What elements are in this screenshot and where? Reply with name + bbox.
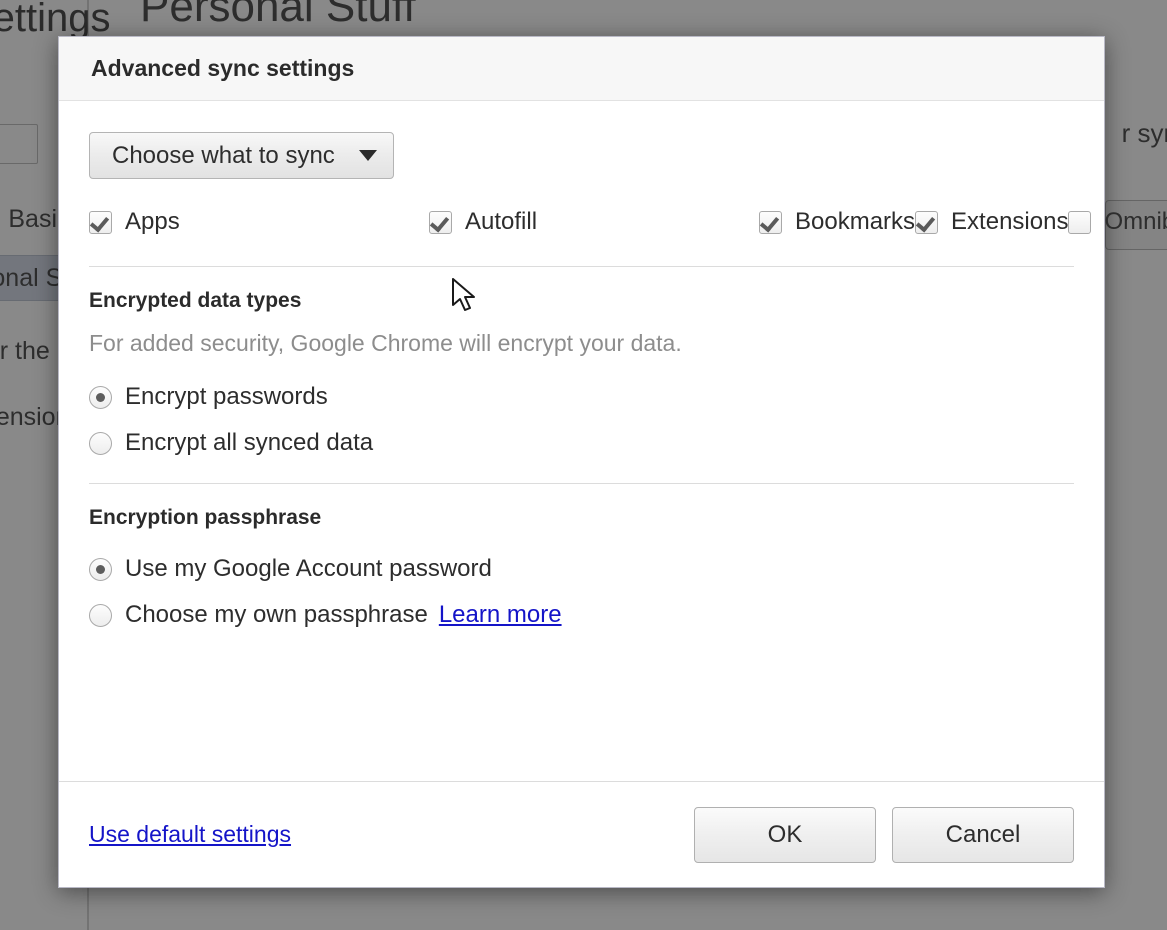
checkbox-label-autofill: Autofill bbox=[465, 208, 538, 235]
checkbox-label-apps: Apps bbox=[125, 208, 180, 235]
radio-row-encrypt-all-synced-data[interactable]: Encrypt all synced data bbox=[89, 429, 1074, 457]
checkbox-autofill[interactable] bbox=[429, 210, 452, 234]
checkbox-row-autofill[interactable]: Autofill bbox=[429, 201, 759, 243]
encryption-passphrase-title: Encryption passphrase bbox=[89, 506, 322, 529]
sync-data-types-grid: Apps Autofill Bookmarks Extensions Omnib… bbox=[89, 201, 1167, 243]
radio-encrypt-passwords[interactable] bbox=[89, 385, 112, 409]
radio-google-account-password[interactable] bbox=[89, 557, 112, 581]
ok-button[interactable]: OK bbox=[694, 806, 876, 863]
screen: Settings Basics Personal Stuff Under the… bbox=[0, 0, 1167, 930]
dialog-title: Advanced sync settings bbox=[91, 55, 355, 81]
advanced-sync-settings-dialog: Advanced sync settings Choose what to sy… bbox=[58, 36, 1167, 888]
checkbox-label-extensions: Extensions bbox=[951, 208, 1069, 235]
dialog-header: Advanced sync settings bbox=[59, 37, 1104, 101]
radio-label-encrypt-all-synced-data: Encrypt all synced data bbox=[125, 429, 374, 456]
radio-row-encrypt-passwords[interactable]: Encrypt passwords bbox=[89, 383, 1074, 411]
radio-own-passphrase[interactable] bbox=[89, 603, 112, 627]
cancel-button[interactable]: Cancel bbox=[892, 806, 1074, 863]
radio-row-own-passphrase[interactable]: Choose my own passphrase Learn more bbox=[89, 601, 1074, 629]
section-divider-1 bbox=[89, 266, 1074, 267]
footer-buttons: OK Cancel bbox=[694, 806, 1074, 863]
checkbox-apps[interactable] bbox=[89, 210, 112, 234]
choose-what-to-sync-label: Choose what to sync bbox=[112, 141, 335, 169]
encrypted-data-types-description: For added security, Google Chrome will e… bbox=[89, 330, 682, 356]
checkbox-extensions[interactable] bbox=[915, 210, 939, 234]
checkbox-row-bookmarks[interactable]: Bookmarks bbox=[759, 201, 915, 243]
checkbox-label-omnibox-history: Omnibox History bbox=[1104, 208, 1167, 235]
radio-label-own-passphrase: Choose my own passphrase bbox=[125, 601, 428, 628]
checkbox-row-omnibox-history[interactable]: Omnibox History bbox=[1068, 201, 1167, 243]
encrypted-data-types-title: Encrypted data types bbox=[89, 289, 302, 312]
choose-what-to-sync-dropdown[interactable]: Choose what to sync bbox=[89, 132, 394, 179]
checkbox-bookmarks[interactable] bbox=[759, 210, 782, 234]
radio-encrypt-all-synced-data[interactable] bbox=[89, 431, 112, 455]
checkbox-row-apps[interactable]: Apps bbox=[89, 201, 429, 243]
dialog-body: Choose what to sync Apps Autofill Bookma… bbox=[59, 101, 1167, 781]
learn-more-link[interactable]: Learn more bbox=[439, 601, 562, 629]
radio-row-google-account-password[interactable]: Use my Google Account password bbox=[89, 555, 1074, 583]
use-default-settings-link[interactable]: Use default settings bbox=[89, 821, 291, 848]
checkbox-omnibox-history[interactable] bbox=[1068, 210, 1092, 234]
radio-label-google-account-password: Use my Google Account password bbox=[125, 555, 492, 582]
radio-label-encrypt-passwords: Encrypt passwords bbox=[125, 383, 328, 410]
section-divider-2 bbox=[89, 483, 1074, 484]
checkbox-row-extensions[interactable]: Extensions bbox=[915, 201, 1068, 243]
checkbox-label-bookmarks: Bookmarks bbox=[795, 208, 916, 235]
chevron-down-icon bbox=[358, 150, 377, 161]
dialog-footer: Use default settings OK Cancel bbox=[59, 781, 1104, 887]
